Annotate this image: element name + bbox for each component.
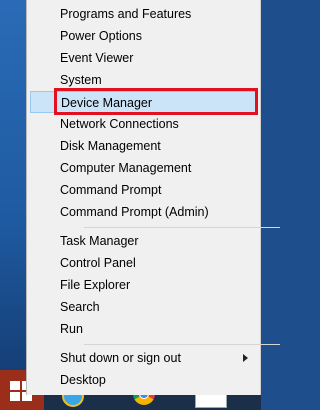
menu-separator [84,344,280,345]
menu-item-task-manager[interactable]: Task Manager [30,230,257,252]
menu-item-command-prompt-admin[interactable]: Command Prompt (Admin) [30,201,257,223]
menu-item-event-viewer[interactable]: Event Viewer [30,47,257,69]
annotation-highlight-box [54,88,258,115]
power-user-menu: Programs and Features Power Options Even… [26,0,280,395]
menu-item-label: Shut down or sign out [60,351,181,365]
menu-item-disk-management[interactable]: Disk Management [30,135,257,157]
menu-item-desktop[interactable]: Desktop [30,369,257,391]
menu-item-control-panel[interactable]: Control Panel [30,252,257,274]
menu-item-programs-and-features[interactable]: Programs and Features [30,3,257,25]
menu-item-file-explorer[interactable]: File Explorer [30,274,257,296]
menu-item-command-prompt[interactable]: Command Prompt [30,179,257,201]
menu-item-computer-management[interactable]: Computer Management [30,157,257,179]
menu-item-shut-down-or-sign-out[interactable]: Shut down or sign out [30,347,257,369]
menu-item-run[interactable]: Run [30,318,257,340]
desktop-background [0,0,26,370]
menu-item-network-connections[interactable]: Network Connections [30,113,257,135]
menu-separator [84,227,280,228]
menu-item-search[interactable]: Search [30,296,257,318]
chevron-right-icon [243,354,248,362]
menu-item-power-options[interactable]: Power Options [30,25,257,47]
